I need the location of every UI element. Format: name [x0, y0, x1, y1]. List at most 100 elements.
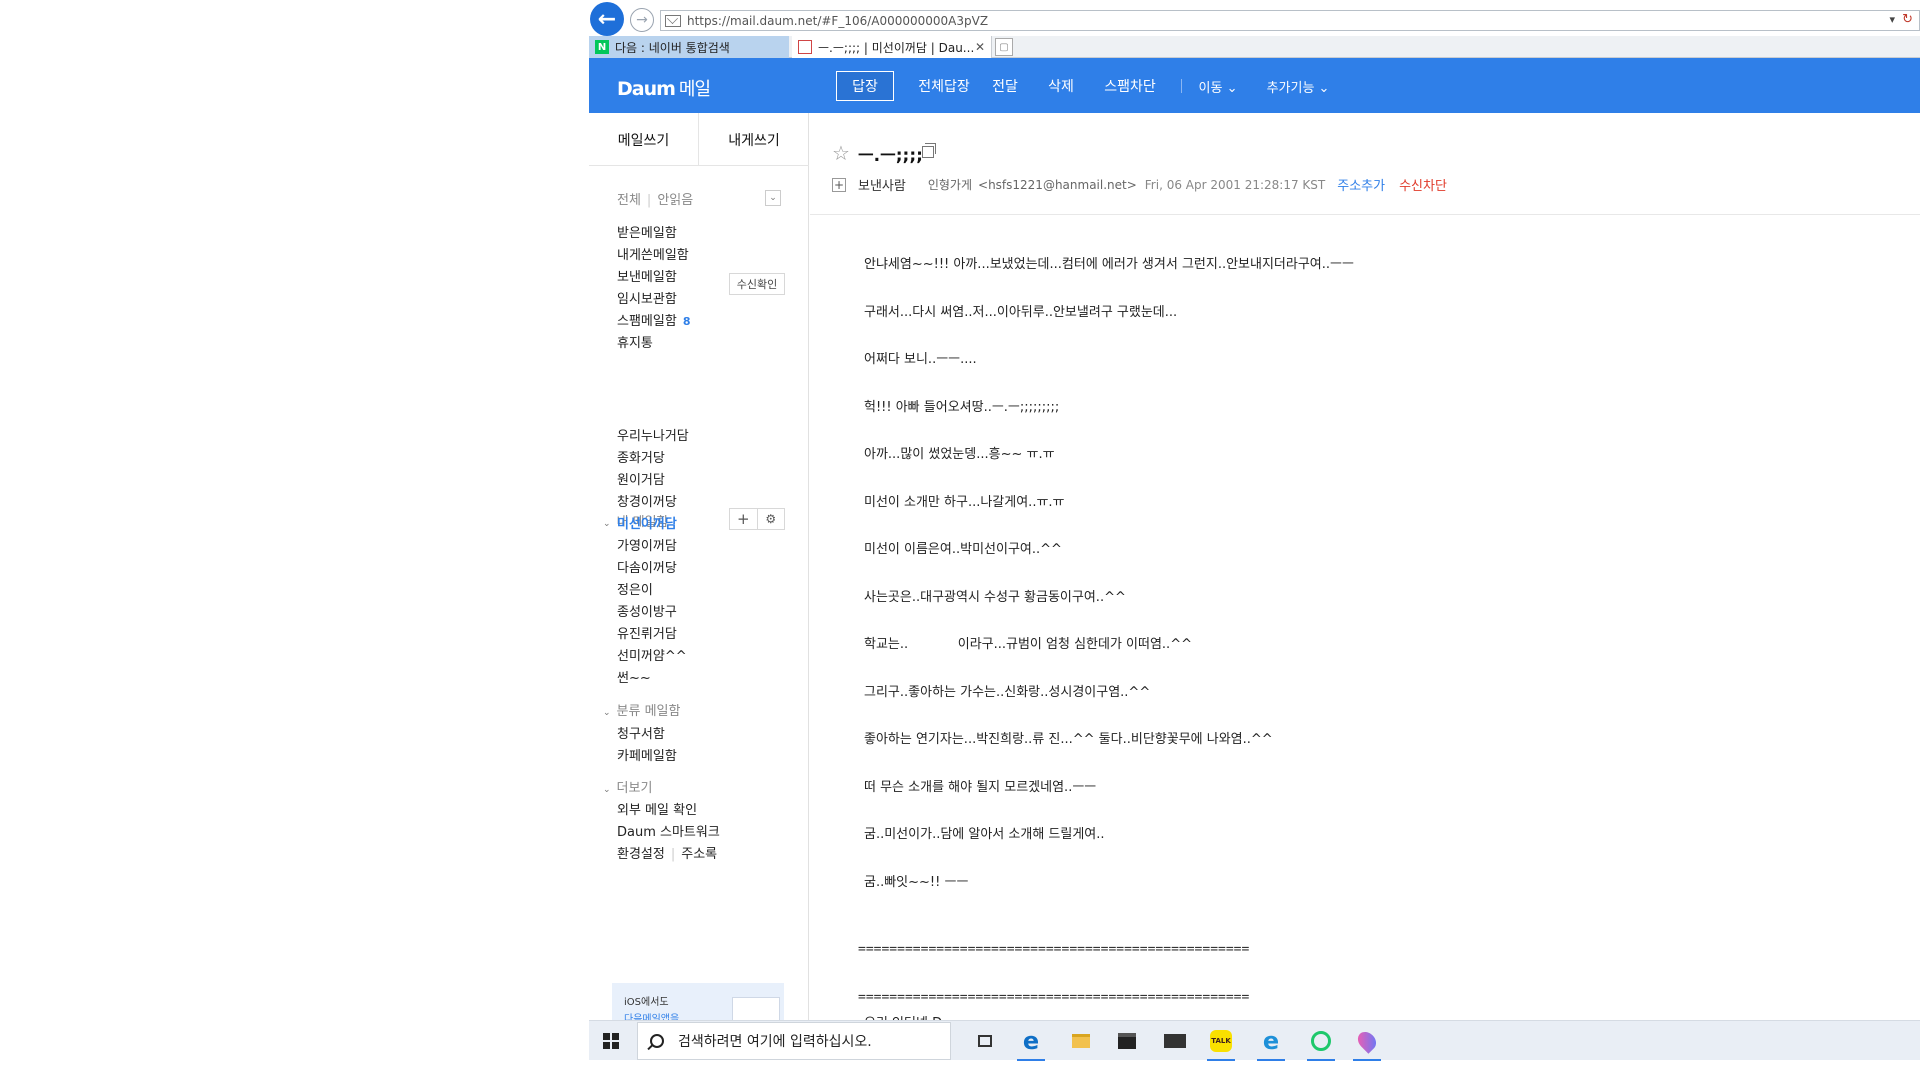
body-line: 어쩌다 보니..ㅡㅡ.... [864, 352, 977, 367]
mail-subject: ㅡ.ㅡ;;;; [858, 146, 923, 166]
folder-item[interactable]: 원이거담 [617, 469, 665, 488]
folder-label: 스팸메일함 [617, 314, 677, 329]
expand-icon[interactable]: + [832, 177, 846, 192]
folder-item[interactable]: 종성이방구 [617, 601, 677, 620]
mail-body: 안냐세염~~!!! 아까...보냈었는데...컴터에 에러가 생겨서 그런지..… [858, 253, 1664, 1059]
line-app-icon[interactable] [1303, 1025, 1339, 1061]
compose-row: 메일쓰기 내게쓰기 [589, 113, 809, 166]
ios-app-banner[interactable]: iOS에서도 다음메일앱을 [612, 983, 784, 1023]
folder-sent[interactable]: 보낸메일함 [617, 266, 677, 285]
smartwork-link[interactable]: Daum 스마트워크 [617, 821, 720, 840]
folder-item[interactable]: 창경이꺼당 [617, 491, 677, 510]
chevron-down-icon[interactable]: ▾ [1889, 13, 1895, 26]
folder-item[interactable]: 정은이 [617, 579, 653, 598]
forward-arrow-icon[interactable]: → [630, 8, 654, 32]
separator-rule: ========================================… [858, 942, 1250, 957]
windows-taskbar: 검색하려면 여기에 입력하십시오. e TALK e [589, 1020, 1920, 1061]
sender-email[interactable]: <hsfs1221@hanmail.net> [978, 178, 1137, 192]
filter-row: 전체 | 안읽음 [617, 193, 694, 208]
folder-bills[interactable]: 청구서함 [617, 723, 665, 742]
folder-spam[interactable]: 스팸메일함 8 [617, 310, 690, 329]
more-features-dropdown[interactable]: 추가기능 ⌄ [1261, 71, 1335, 101]
block-sender-link[interactable]: 수신차단 [1399, 175, 1447, 194]
folder-item[interactable]: 가영이꺼담 [617, 535, 677, 554]
star-icon[interactable]: ☆ [832, 141, 850, 165]
folder-cafe[interactable]: 카페메일함 [617, 745, 677, 764]
reply-all-button[interactable]: 전체답장 [909, 71, 979, 101]
folder-item[interactable]: 썬~~ [617, 667, 651, 686]
sender-label: 보낸사람 [858, 179, 906, 194]
folder-item[interactable]: 유진뤼거담 [617, 623, 677, 642]
refresh-icon[interactable]: ↻ [1902, 12, 1913, 27]
delete-button[interactable]: 삭제 [1043, 71, 1079, 101]
store-icon[interactable] [1109, 1025, 1145, 1057]
section-category[interactable]: ⌄ 분류 메일함 [603, 700, 680, 719]
back-arrow-icon[interactable]: ← [590, 2, 624, 36]
task-view-icon[interactable] [967, 1025, 1003, 1057]
move-dropdown[interactable]: 이동 ⌄ [1193, 71, 1243, 101]
tab-bar: N 다음 : 네이버 통합검색 ㅡ.ㅡ;;;; | 미선이꺼담 | Dau...… [589, 36, 1920, 58]
folder-item[interactable]: 다솜이꺼당 [617, 557, 677, 576]
mail-favicon-icon [665, 14, 681, 27]
windows-start-icon[interactable] [603, 1033, 619, 1049]
tab-title: 다음 : 네이버 통합검색 [615, 40, 730, 55]
taskbar-search-input[interactable]: 검색하려면 여기에 입력하십시오. [637, 1022, 951, 1060]
compose-button[interactable]: 메일쓰기 [589, 113, 699, 166]
kakaotalk-label: TALK [1210, 1030, 1232, 1052]
settings-link[interactable]: 환경설정 [617, 847, 665, 862]
chevron-down-icon: ⌄ [603, 519, 611, 529]
folder-drafts[interactable]: 임시보관함 [617, 288, 677, 307]
kakaotalk-icon[interactable]: TALK [1203, 1025, 1239, 1061]
add-folder-icon[interactable]: + [730, 509, 758, 529]
mail-view: ☆ ㅡ.ㅡ;;;; + 보낸사람 인형가게 <hsfs1221@hanmail.… [810, 113, 1920, 1031]
body-line: 사는곳은..대구광역시 수성구 황금동이구여..^^ [864, 589, 1126, 605]
divider [810, 214, 1920, 215]
unread-count-badge: 8 [682, 315, 691, 328]
body-line: 그리구..좋아하는 가수는..신화랑..성시경이구염..^^ [864, 684, 1151, 700]
forward-button[interactable]: 전달 [987, 71, 1023, 101]
chevron-down-icon: ⌄ [603, 785, 611, 795]
mail-favicon-icon [798, 40, 812, 54]
reply-button[interactable]: 답장 [836, 71, 894, 101]
external-mail-link[interactable]: 외부 메일 확인 [617, 799, 697, 818]
folder-trash[interactable]: 휴지통 [617, 332, 653, 351]
body-line: 구래서...다시 써염..저...이아뒤루..안보낼려구 구랬눈데... [864, 304, 1178, 320]
body-line: 굼..미선이가..담에 알아서 소개해 드릴게여.. [864, 827, 1105, 842]
folder-to-me[interactable]: 내게쓴메일함 [617, 244, 689, 263]
tab-naver-search[interactable]: N 다음 : 네이버 통합검색 [589, 36, 789, 58]
edge-icon[interactable]: e [1013, 1025, 1049, 1061]
spam-block-button[interactable]: 스팸차단 [1100, 71, 1160, 101]
logo-sub: 메일 [678, 79, 711, 100]
banner-line: iOS에서도 [624, 997, 669, 1008]
mail-header: Daum 메일 답장 전체답장 전달 삭제 스팸차단 이동 ⌄ 추가기능 ⌄ [589, 58, 1920, 113]
map-pin-icon[interactable] [1349, 1025, 1385, 1061]
folder-item[interactable]: 종화거당 [617, 447, 665, 466]
folder-item[interactable]: 우리누나거담 [617, 425, 689, 444]
new-tab-icon[interactable]: ▢ [995, 38, 1013, 56]
body-line: 안냐세염~~!!! 아까...보냈었는데...컴터에 에러가 생겨서 그런지..… [864, 257, 1354, 272]
chevron-down-icon[interactable]: ⌄ [765, 190, 781, 206]
tab-daum-mail[interactable]: ㅡ.ㅡ;;;; | 미선이꺼담 | Dau... ✕ [792, 36, 992, 58]
section-more[interactable]: ⌄ 더보기 [603, 777, 652, 796]
folder-item-active[interactable]: 미선이꺼담 [617, 513, 677, 532]
add-contact-link[interactable]: 주소추가 [1337, 175, 1385, 194]
filter-unread[interactable]: 안읽음 [657, 193, 693, 208]
url-text[interactable]: https://mail.daum.net/#F_106/A000000000A… [687, 14, 988, 28]
sender-name[interactable]: 인형가게 [928, 176, 972, 193]
file-explorer-icon[interactable] [1063, 1025, 1099, 1057]
read-receipt-button[interactable]: 수신확인 [729, 273, 785, 295]
section-label: 분류 메일함 [616, 704, 681, 719]
compose-self-button[interactable]: 내게쓰기 [699, 113, 809, 166]
contacts-link[interactable]: 주소록 [681, 847, 717, 862]
url-bar[interactable]: https://mail.daum.net/#F_106/A000000000A… [660, 10, 1920, 31]
folder-inbox[interactable]: 받은메일함 [617, 222, 677, 241]
internet-explorer-icon[interactable]: e [1253, 1025, 1289, 1061]
body-line: 미선이 이름은여..박미선이구여..^^ [864, 542, 1062, 557]
folder-item[interactable]: 선미꺼얌^^ [617, 645, 687, 664]
gear-icon[interactable]: ⚙ [758, 509, 785, 529]
filter-all[interactable]: 전체 [617, 193, 641, 208]
close-icon[interactable]: ✕ [975, 40, 985, 54]
daum-logo[interactable]: Daum 메일 [617, 75, 711, 101]
copy-icon[interactable] [922, 143, 936, 158]
mail-app-icon[interactable] [1157, 1025, 1193, 1057]
